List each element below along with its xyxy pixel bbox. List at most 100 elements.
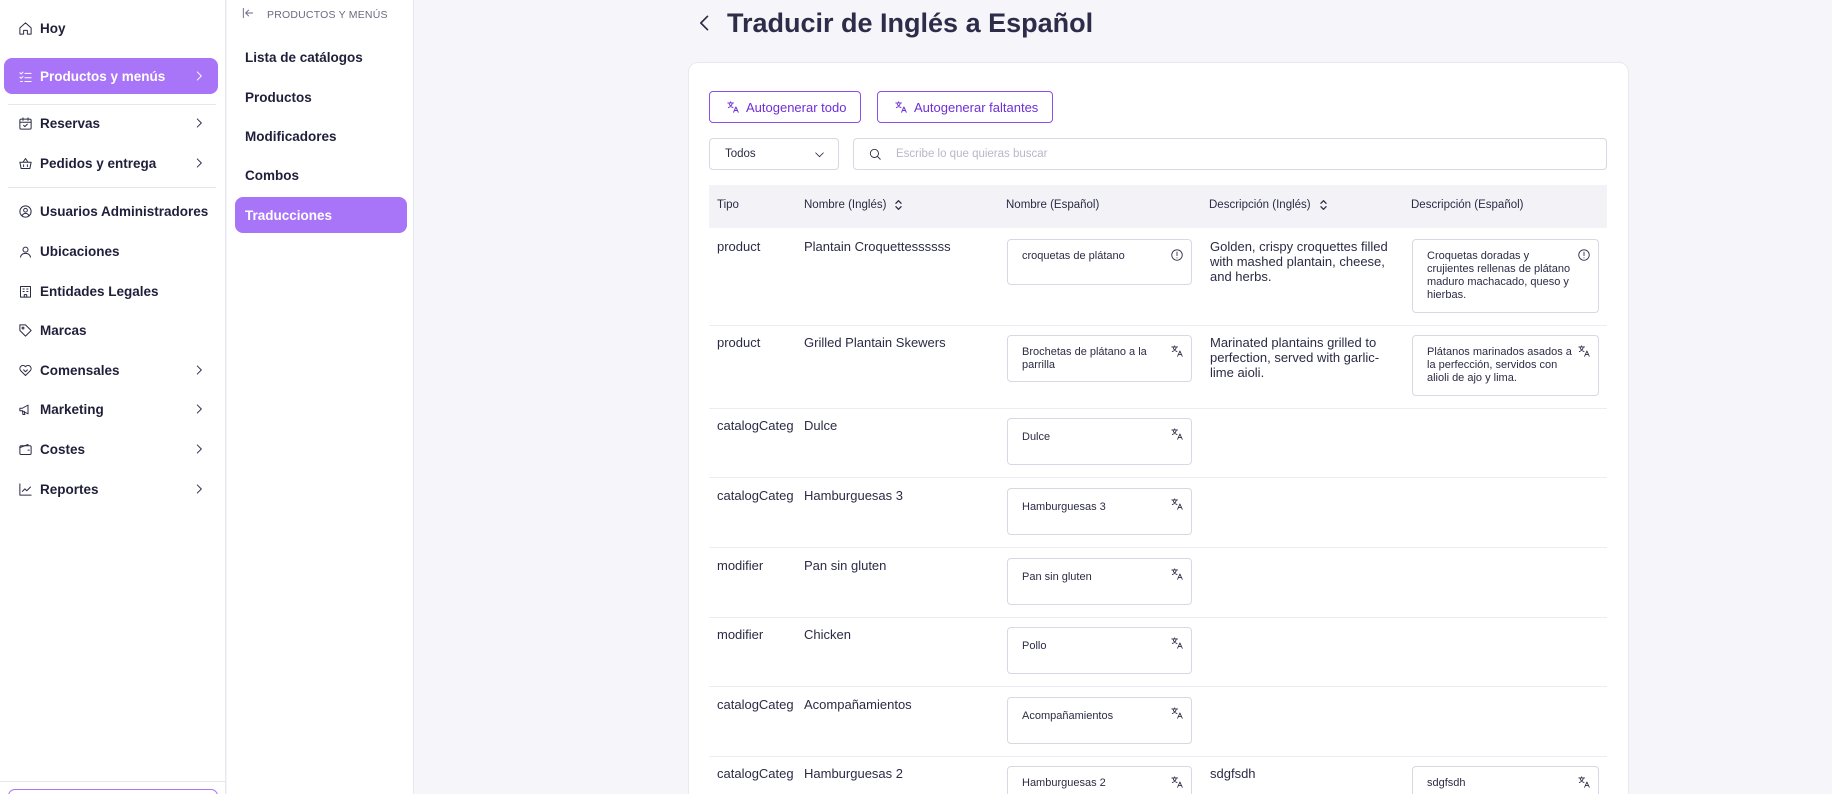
info-icon: [1577, 248, 1591, 262]
table-header: Tipo Nombre (Inglés) Nombre (Español) De…: [709, 185, 1607, 228]
cell-name-en: Chicken: [804, 627, 851, 642]
sidebar-item-marketing[interactable]: Marketing: [4, 391, 218, 427]
desc-es-input[interactable]: sdgfsdh: [1412, 766, 1599, 794]
sidebar-item-pedidos[interactable]: Pedidos y entrega: [4, 145, 218, 181]
sidebar-divider: [0, 781, 225, 782]
autogenerate-all-button[interactable]: Autogenerar todo: [709, 91, 862, 123]
main-sidebar: Hoy Productos y menús Reservas Pedidos y…: [0, 0, 226, 794]
translate-icon[interactable]: [1170, 567, 1184, 581]
heart-handshake-icon: [16, 361, 34, 379]
cell-desc-en: Golden, crispy croquettes filled with ma…: [1210, 239, 1388, 284]
submenu-item-productos[interactable]: Productos: [235, 79, 407, 115]
name-es-input[interactable]: Dulce: [1007, 418, 1192, 465]
submenu-item-catalogos[interactable]: Lista de catálogos: [235, 39, 407, 75]
row-divider: [709, 408, 1607, 409]
column-header-desc-en[interactable]: Descripción (Inglés): [1209, 199, 1328, 211]
cell-name-en: Pan sin gluten: [804, 558, 887, 573]
sidebar-item-label: Ubicaciones: [40, 243, 120, 259]
cell-name-en: Grilled Plantain Skewers: [804, 335, 946, 350]
submenu-item-combos[interactable]: Combos: [235, 157, 407, 193]
sidebar-item-label: Marketing: [40, 401, 104, 417]
cell-type: catalogCateg: [717, 766, 794, 781]
sidebar-item-label: Comensales: [40, 362, 120, 378]
chevron-right-icon: [192, 482, 206, 496]
row-divider: [709, 325, 1607, 326]
button-label: Autogenerar faltantes: [914, 99, 1039, 115]
chevron-right-icon: [192, 156, 206, 170]
row-divider: [709, 477, 1607, 478]
input-value: Plátanos marinados asados a la perfecció…: [1427, 346, 1572, 384]
cell-name-en: Acompañamientos: [804, 697, 912, 712]
name-es-input[interactable]: Pollo: [1007, 627, 1192, 674]
chevron-down-icon: [813, 148, 826, 164]
name-es-input[interactable]: Acompañamientos: [1007, 697, 1192, 744]
basket-icon: [16, 154, 34, 172]
translate-icon: [895, 101, 907, 113]
submenu-item-traducciones[interactable]: Traducciones: [235, 197, 407, 233]
input-value: sdgfsdh: [1427, 777, 1466, 789]
select-value: Todos: [725, 148, 756, 160]
building-icon: [16, 282, 34, 300]
row-divider: [709, 547, 1607, 548]
sort-icon[interactable]: [894, 199, 903, 211]
name-es-input[interactable]: Hamburguesas 2: [1007, 766, 1192, 794]
collapse-left-icon[interactable]: [241, 6, 255, 25]
sidebar-item-label: Marcas: [40, 322, 87, 338]
translate-icon[interactable]: [1577, 344, 1591, 358]
submenu-item-label: Productos: [245, 89, 312, 105]
cell-type: product: [717, 335, 761, 350]
sidebar-item-reservas[interactable]: Reservas: [4, 105, 218, 141]
button-label: Autogenerar todo: [746, 99, 847, 115]
sidebar-item-marcas[interactable]: Marcas: [4, 312, 218, 348]
translate-icon[interactable]: [1170, 636, 1184, 650]
name-es-input[interactable]: croquetas de plátano: [1007, 239, 1192, 285]
translate-icon[interactable]: [1170, 706, 1184, 720]
cell-name-en: Hamburguesas 3: [804, 488, 903, 503]
name-es-input[interactable]: Hamburguesas 3: [1007, 488, 1192, 535]
sidebar-item-label: Costes: [40, 441, 86, 457]
type-filter-select[interactable]: Todos: [709, 138, 839, 170]
input-value: Hamburguesas 2: [1022, 777, 1106, 789]
sort-icon[interactable]: [1319, 199, 1328, 211]
desc-es-input[interactable]: Plátanos marinados asados a la perfecció…: [1412, 335, 1599, 396]
translate-icon[interactable]: [1170, 427, 1184, 441]
user-circle-icon: [16, 202, 34, 220]
sidebar-item-ubicaciones[interactable]: Ubicaciones: [4, 233, 218, 269]
search-input[interactable]: [896, 148, 1576, 160]
cell-name-en: Dulce: [804, 418, 838, 433]
cell-type: product: [717, 239, 761, 254]
column-header-nombre-es: Nombre (Español): [1006, 199, 1100, 211]
info-icon: [1170, 248, 1184, 262]
input-value: Acompañamientos: [1022, 710, 1114, 722]
sidebar-item-reportes[interactable]: Reportes: [4, 471, 218, 507]
desc-es-input[interactable]: Croquetas doradas y crujientes rellenas …: [1412, 239, 1599, 313]
translate-icon[interactable]: [1577, 775, 1591, 789]
autogenerate-missing-button[interactable]: Autogenerar faltantes: [877, 91, 1054, 123]
sidebar-item-entidades[interactable]: Entidades Legales: [4, 273, 218, 309]
sidebar-item-hoy[interactable]: Hoy: [4, 10, 218, 46]
name-es-input[interactable]: Pan sin gluten: [1007, 558, 1192, 605]
sidebar-item-usuarios[interactable]: Usuarios Administradores: [4, 193, 218, 229]
translate-icon[interactable]: [1170, 497, 1184, 511]
column-header-nombre-en[interactable]: Nombre (Inglés): [804, 199, 903, 211]
sidebar-item-productos[interactable]: Productos y menús: [4, 58, 218, 94]
sidebar-item-comensales[interactable]: Comensales: [4, 352, 218, 388]
sidebar-bottom-button[interactable]: [8, 789, 218, 794]
sidebar-item-label: Usuarios Administradores: [40, 203, 209, 219]
back-arrow-icon[interactable]: [693, 11, 717, 35]
sidebar-item-label: Entidades Legales: [40, 283, 159, 299]
cell-name-en: Plantain Croquettessssss: [804, 239, 951, 254]
column-header-desc-es: Descripción (Español): [1411, 199, 1524, 211]
name-es-input[interactable]: Brochetas de plátano a la parrilla: [1007, 335, 1192, 382]
chevron-right-icon: [192, 69, 206, 83]
sidebar-item-costes[interactable]: Costes: [4, 431, 218, 467]
cell-desc-en: Marinated plantains grilled to perfectio…: [1210, 335, 1380, 380]
sidebar-item-label: Pedidos y entrega: [40, 155, 157, 171]
translate-icon[interactable]: [1170, 344, 1184, 358]
cell-type: modifier: [717, 558, 764, 573]
sidebar-item-label: Reportes: [40, 481, 99, 497]
submenu-item-label: Modificadores: [245, 128, 337, 144]
submenu-item-modificadores[interactable]: Modificadores: [235, 118, 407, 154]
translate-icon[interactable]: [1170, 775, 1184, 789]
search-icon: [869, 148, 881, 160]
